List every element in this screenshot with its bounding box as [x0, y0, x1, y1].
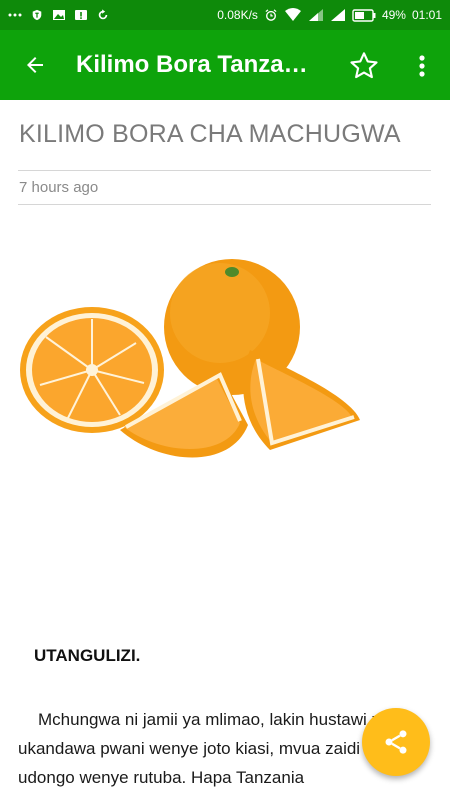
app-bar: Kilimo Bora Tanzania	[0, 30, 450, 100]
divider	[18, 170, 431, 171]
overflow-menu-button[interactable]	[405, 45, 439, 87]
favorite-button[interactable]	[343, 45, 385, 87]
sync-icon	[98, 9, 108, 20]
oranges-image	[20, 259, 360, 458]
dots-icon	[8, 13, 22, 17]
article-title: KILIMO BORA CHA MACHUGWA	[19, 120, 401, 148]
app-bar-title: Kilimo Bora Tanzania	[76, 51, 318, 78]
more-vert-icon	[419, 55, 425, 77]
back-button[interactable]	[0, 30, 70, 100]
section-heading: UTANGULIZI.	[34, 646, 141, 665]
shield-icon	[32, 9, 42, 21]
alert-icon	[75, 10, 87, 20]
divider	[18, 204, 431, 205]
status-right: 0.08K/s 49% 01:01	[217, 8, 442, 22]
article-content[interactable]: KILIMO BORA CHA MACHUGWA 7 hours ago UTA…	[0, 100, 450, 800]
signal-icon	[330, 9, 345, 21]
network-speed: 0.08K/s	[217, 8, 258, 22]
share-icon	[385, 730, 407, 754]
share-button[interactable]	[362, 708, 430, 776]
signal-icon	[308, 9, 323, 21]
alarm-icon	[265, 9, 277, 21]
article-timestamp: 7 hours ago	[19, 179, 99, 196]
star-outline-icon	[350, 52, 378, 79]
status-left-icons	[8, 9, 110, 21]
image-icon	[53, 10, 65, 20]
battery-level: 49%	[381, 8, 406, 22]
battery-icon	[352, 8, 376, 22]
wifi-icon	[284, 8, 301, 21]
status-bar: 0.08K/s 49% 01:01	[0, 0, 450, 30]
arrow-left-icon	[27, 57, 43, 73]
clock: 01:01	[411, 8, 442, 22]
